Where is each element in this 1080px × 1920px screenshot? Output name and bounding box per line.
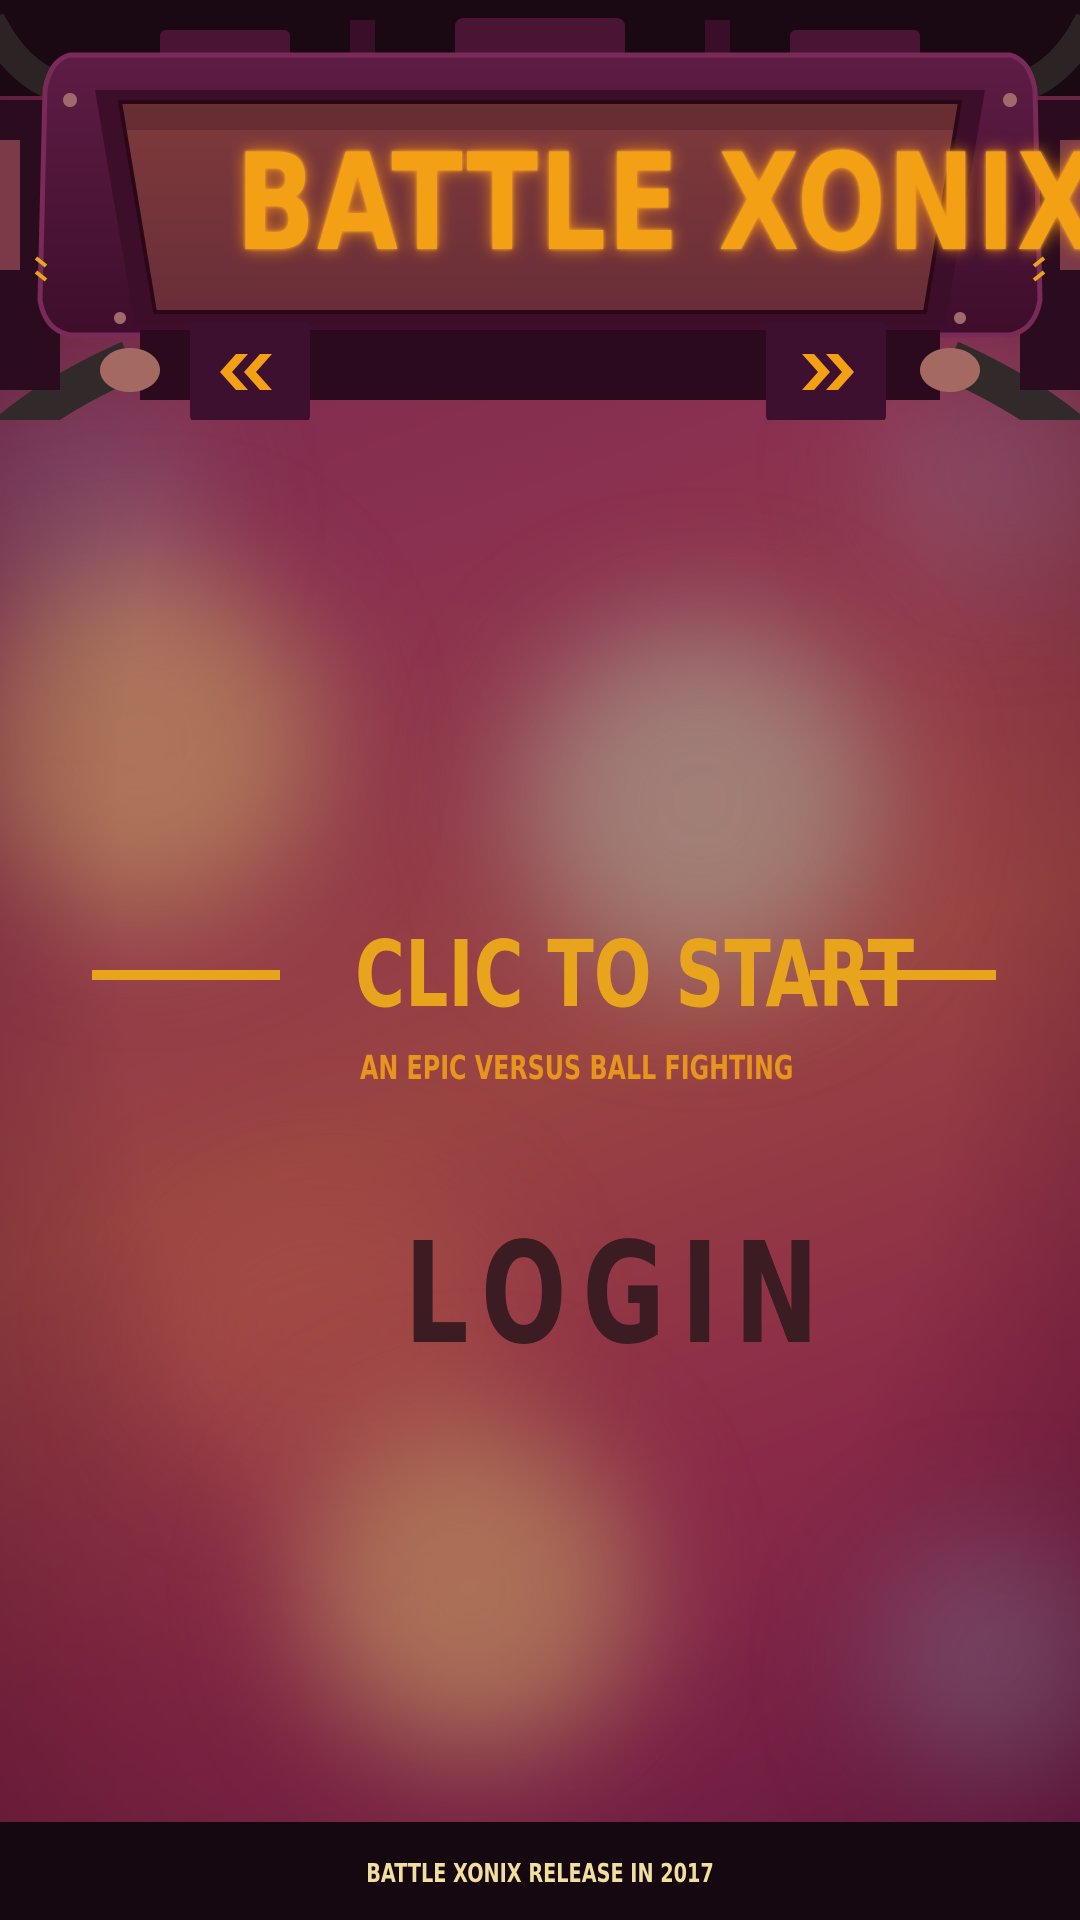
- start-button[interactable]: CLIC TO START: [355, 920, 914, 1030]
- double-chevron-right-icon: [802, 354, 854, 390]
- start-divider-right: [810, 970, 996, 980]
- tagline: AN EPIC VERSUS BALL FIGHTING: [360, 1048, 794, 1087]
- start-divider-left: [92, 970, 280, 980]
- next-button[interactable]: [768, 324, 880, 420]
- previous-button[interactable]: [194, 324, 306, 420]
- game-screen: BATTLE XONIX CLIC TO START AN EPIC VERSU…: [0, 0, 1080, 1920]
- footer-release-text: BATTLE XONIX RELEASE IN 2017: [366, 1859, 714, 1889]
- game-title: BATTLE XONIX: [235, 125, 1080, 281]
- login-button[interactable]: LOGIN: [404, 1220, 818, 1370]
- double-chevron-left-icon: [220, 354, 272, 390]
